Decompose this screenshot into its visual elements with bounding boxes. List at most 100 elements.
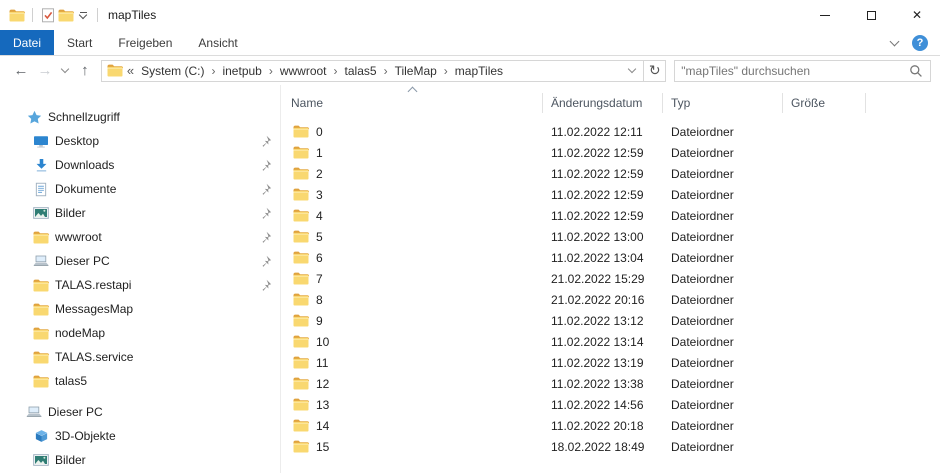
- recent-locations-dropdown[interactable]: [57, 59, 73, 83]
- address-folder-icon: [107, 64, 125, 77]
- column-header-size[interactable]: Größe: [783, 93, 866, 113]
- sidebar-item-desktop[interactable]: Desktop: [0, 129, 280, 153]
- folder-icon: [293, 377, 309, 390]
- table-row[interactable]: 3 11.02.2022 12:59 Dateiordner: [281, 184, 940, 205]
- forward-button[interactable]: →: [33, 59, 57, 83]
- file-name: 4: [316, 209, 323, 223]
- file-name: 7: [316, 272, 323, 286]
- content-area: Schnellzugriff Desktop Downloads Dokumen…: [0, 85, 940, 473]
- table-row[interactable]: 0 11.02.2022 12:11 Dateiordner: [281, 121, 940, 142]
- pin-icon: [259, 183, 272, 196]
- sidebar-item-talas-service[interactable]: TALAS.service: [0, 345, 280, 369]
- search-input[interactable]: [681, 64, 908, 78]
- table-row[interactable]: 12 11.02.2022 13:38 Dateiordner: [281, 373, 940, 394]
- desktop-icon: [33, 133, 49, 149]
- search-icon[interactable]: [908, 64, 924, 78]
- explorer-window: mapTiles ✕ Datei Start Freigeben Ansicht…: [0, 0, 940, 473]
- table-row[interactable]: 6 11.02.2022 13:04 Dateiordner: [281, 247, 940, 268]
- expand-ribbon-chevron-icon[interactable]: [890, 36, 900, 46]
- column-header-type[interactable]: Typ: [663, 93, 783, 113]
- sidebar-item-wwwroot[interactable]: wwwroot: [0, 225, 280, 249]
- file-name: 1: [316, 146, 323, 160]
- file-name: 2: [316, 167, 323, 181]
- file-type: Dateiordner: [663, 398, 783, 412]
- maximize-button[interactable]: [848, 0, 894, 30]
- file-name: 5: [316, 230, 323, 244]
- close-button[interactable]: ✕: [894, 0, 940, 30]
- table-row[interactable]: 1 11.02.2022 12:59 Dateiordner: [281, 142, 940, 163]
- sidebar-item-talas5[interactable]: talas5: [0, 369, 280, 393]
- qat-customize-dropdown[interactable]: [75, 12, 91, 18]
- breadcrumb-segment[interactable]: wwwroot: [277, 64, 330, 78]
- folder-icon: [33, 373, 49, 389]
- folder-icon: [293, 251, 309, 264]
- folder-icon: [293, 188, 309, 201]
- file-name: 6: [316, 251, 323, 265]
- file-name: 14: [316, 419, 329, 433]
- file-type: Dateiordner: [663, 440, 783, 454]
- breadcrumb: System (C:)›inetpub›wwwroot›talas5›TileM…: [138, 64, 506, 78]
- table-row[interactable]: 13 11.02.2022 14:56 Dateiordner: [281, 394, 940, 415]
- breadcrumb-segment[interactable]: TileMap: [392, 64, 440, 78]
- table-row[interactable]: 5 11.02.2022 13:00 Dateiordner: [281, 226, 940, 247]
- tab-datei[interactable]: Datei: [0, 30, 54, 55]
- tab-start[interactable]: Start: [54, 30, 105, 55]
- refresh-button[interactable]: ↻: [643, 61, 665, 81]
- file-type: Dateiordner: [663, 419, 783, 433]
- help-icon[interactable]: ?: [912, 35, 928, 51]
- qat-new-folder-icon[interactable]: [57, 7, 75, 23]
- breadcrumb-segment[interactable]: talas5: [342, 64, 380, 78]
- table-row[interactable]: 7 21.02.2022 15:29 Dateiordner: [281, 268, 940, 289]
- file-modified: 11.02.2022 13:38: [543, 377, 663, 391]
- pin-icon: [259, 159, 272, 172]
- sidebar-item-dieser-pc[interactable]: Dieser PC: [0, 400, 280, 424]
- breadcrumb-segment[interactable]: System (C:): [138, 64, 207, 78]
- back-button[interactable]: ←: [9, 59, 33, 83]
- pin-icon: [259, 135, 272, 148]
- table-row[interactable]: 11 11.02.2022 13:19 Dateiordner: [281, 352, 940, 373]
- breadcrumb-segment[interactable]: inetpub: [219, 64, 264, 78]
- tab-ansicht[interactable]: Ansicht: [185, 30, 250, 55]
- document-icon: [33, 181, 49, 197]
- up-button[interactable]: ↑: [73, 59, 97, 83]
- sidebar-item-messagesmap[interactable]: MessagesMap: [0, 297, 280, 321]
- folder-icon: [293, 209, 309, 222]
- table-row[interactable]: 8 21.02.2022 20:16 Dateiordner: [281, 289, 940, 310]
- breadcrumb-separator-icon: ›: [380, 64, 392, 78]
- folder-icon: [293, 335, 309, 348]
- minimize-button[interactable]: [802, 0, 848, 30]
- address-dropdown-button[interactable]: [621, 61, 643, 81]
- file-modified: 11.02.2022 20:18: [543, 419, 663, 433]
- sidebar-item-talas-restapi[interactable]: TALAS.restapi: [0, 273, 280, 297]
- address-bar[interactable]: « System (C:)›inetpub›wwwroot›talas5›Til…: [101, 60, 666, 82]
- breadcrumb-segment[interactable]: mapTiles: [452, 64, 506, 78]
- sidebar-item-3d-objekte[interactable]: 3D-Objekte: [0, 424, 280, 448]
- sidebar-item-bilder[interactable]: Bilder: [0, 448, 280, 472]
- tab-freigeben[interactable]: Freigeben: [105, 30, 185, 55]
- sidebar-item-dieser-pc[interactable]: Dieser PC: [0, 249, 280, 273]
- downloads-icon: [33, 157, 49, 173]
- breadcrumb-collapsed-prefix[interactable]: «: [125, 63, 138, 78]
- table-row[interactable]: 14 11.02.2022 20:18 Dateiordner: [281, 415, 940, 436]
- pin-icon: [259, 207, 272, 220]
- file-modified: 11.02.2022 14:56: [543, 398, 663, 412]
- column-headers: Name Änderungsdatum Typ Größe: [281, 93, 940, 113]
- sidebar-item-dokumente[interactable]: Dokumente: [0, 177, 280, 201]
- star-icon: [26, 109, 42, 125]
- file-list-pane: Name Änderungsdatum Typ Größe 0 11.02.20…: [281, 85, 940, 473]
- column-header-modified[interactable]: Änderungsdatum: [543, 93, 663, 113]
- table-row[interactable]: 10 11.02.2022 13:14 Dateiordner: [281, 331, 940, 352]
- table-row[interactable]: 4 11.02.2022 12:59 Dateiordner: [281, 205, 940, 226]
- sidebar-item-nodemap[interactable]: nodeMap: [0, 321, 280, 345]
- table-row[interactable]: 15 18.02.2022 18:49 Dateiordner: [281, 436, 940, 457]
- sidebar-item-downloads[interactable]: Downloads: [0, 153, 280, 177]
- sidebar-item-bilder[interactable]: Bilder: [0, 201, 280, 225]
- table-row[interactable]: 9 11.02.2022 13:12 Dateiordner: [281, 310, 940, 331]
- sidebar-item-schnellzugriff[interactable]: Schnellzugriff: [0, 105, 280, 129]
- window-title: mapTiles: [108, 8, 156, 22]
- file-type: Dateiordner: [663, 251, 783, 265]
- table-row[interactable]: 2 11.02.2022 12:59 Dateiordner: [281, 163, 940, 184]
- qat-properties-icon[interactable]: [39, 7, 57, 23]
- close-icon: ✕: [912, 9, 922, 21]
- file-type: Dateiordner: [663, 272, 783, 286]
